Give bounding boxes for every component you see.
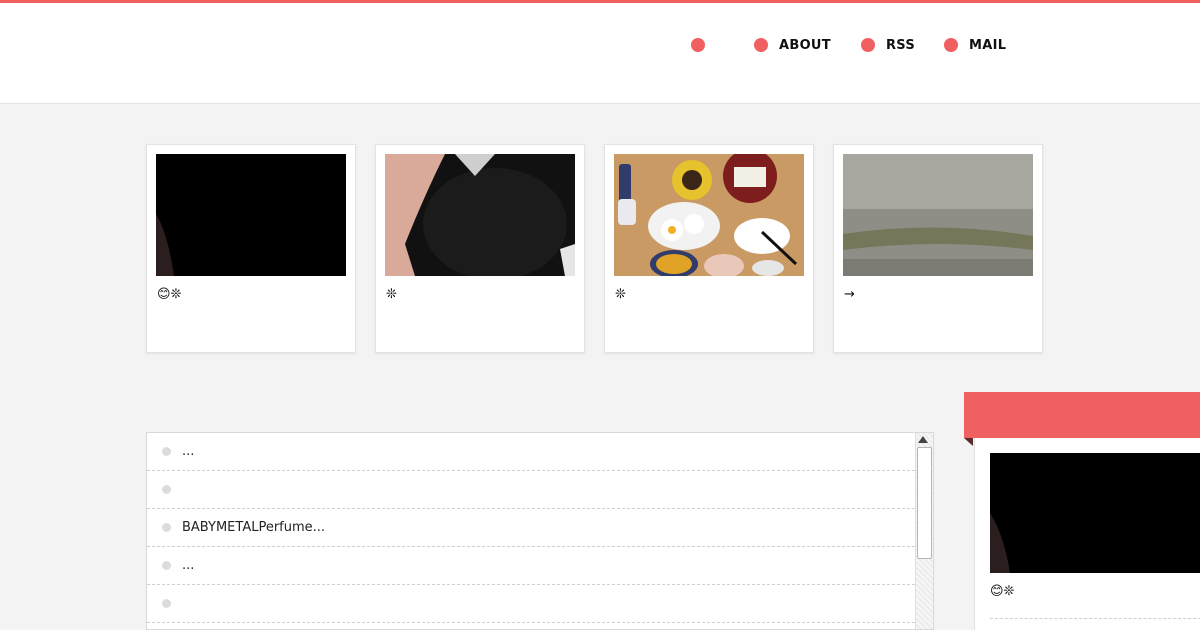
list-item-text[interactable]: BABYMETALPerfume... — [182, 520, 325, 535]
thumbnail-image — [156, 154, 346, 276]
card-thumbnail[interactable] — [156, 154, 346, 276]
bullet-icon — [162, 561, 171, 570]
list-item[interactable] — [147, 585, 915, 623]
nav-dot-icon — [944, 38, 959, 52]
thumbnail-image — [843, 154, 1033, 276]
nav-item-rss[interactable]: RSS — [860, 37, 916, 53]
sidebar-header-banner — [964, 392, 1200, 438]
post-list: ... BABYMETALPerfume... ... — [146, 432, 934, 630]
nav-item-home[interactable] — [691, 38, 705, 52]
thumbnail-image — [385, 154, 575, 276]
featured-card[interactable]: ❊ — [604, 144, 814, 353]
nav-item-mail[interactable]: MAIL — [944, 38, 1006, 53]
list-item[interactable]: ... — [147, 433, 915, 471]
card-caption[interactable]: 😊❊ — [157, 287, 181, 302]
list-item-text[interactable]: ... — [182, 558, 194, 573]
featured-card[interactable]: → — [833, 144, 1043, 353]
bullet-icon — [162, 599, 171, 608]
nav-label: MAIL — [969, 37, 1007, 53]
banner-fold — [964, 438, 973, 446]
site-header: ABOUT RSS MAIL — [0, 3, 1200, 104]
list-item[interactable]: ... — [147, 547, 915, 585]
card-caption[interactable]: ❊ — [615, 287, 626, 302]
card-thumbnail[interactable] — [843, 154, 1033, 276]
list-item[interactable] — [147, 471, 915, 509]
nav-item-about[interactable]: ABOUT — [754, 38, 831, 53]
sidebar-thumbnail[interactable] — [990, 453, 1200, 573]
bullet-icon — [162, 485, 171, 494]
scroll-up-arrow-icon[interactable] — [918, 436, 928, 443]
sidebar-card[interactable]: 😊❊ — [974, 438, 1200, 630]
list-item-text[interactable]: ... — [182, 444, 194, 459]
featured-card[interactable]: ❊ — [375, 144, 585, 353]
nav-label: ABOUT — [779, 37, 831, 53]
nav-dot-icon — [860, 38, 875, 52]
card-caption[interactable]: ❊ — [386, 287, 397, 302]
featured-card[interactable]: 😊❊ — [146, 144, 356, 353]
list-scrollbar[interactable] — [915, 433, 933, 629]
nav-dot-icon — [754, 38, 768, 52]
card-thumbnail[interactable] — [385, 154, 575, 276]
nav-label: RSS — [885, 37, 916, 53]
bullet-icon — [162, 523, 171, 532]
scroll-thumb[interactable] — [917, 447, 932, 559]
card-caption[interactable]: → — [844, 287, 855, 302]
list-item[interactable]: BABYMETALPerfume... — [147, 509, 915, 547]
divider — [990, 618, 1200, 619]
bullet-icon — [162, 447, 171, 456]
sidebar-card-caption[interactable]: 😊❊ — [990, 584, 1014, 599]
card-thumbnail[interactable] — [614, 154, 804, 276]
thumbnail-image — [990, 453, 1200, 573]
nav-dot-icon — [691, 38, 705, 52]
thumbnail-image — [614, 154, 804, 276]
main-nav: ABOUT RSS MAIL — [691, 35, 1006, 55]
